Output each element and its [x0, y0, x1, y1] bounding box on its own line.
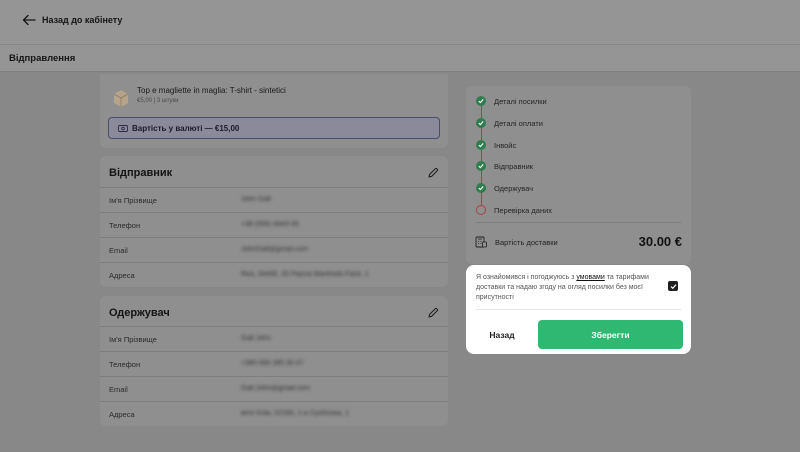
section-header: Відправлення [0, 45, 800, 72]
calculator-icon [475, 236, 487, 248]
recipient-title: Одержувач [109, 307, 170, 319]
row-value: John Galt [241, 196, 271, 203]
step-item-current: Перевірка даних [476, 203, 676, 217]
row-label: Email [109, 385, 128, 394]
edit-sender-icon[interactable] [427, 167, 439, 179]
sender-row-email: Email JohnGalt@gmail.com [100, 237, 448, 262]
row-value: Galt.John@gmail.com [241, 385, 310, 392]
empty-circle-icon [476, 205, 486, 215]
row-label: Адреса [109, 271, 135, 280]
recipient-row-name: Ім'я Прізвище Galt John [100, 326, 448, 351]
check-circle-icon [476, 183, 486, 193]
currency-value-label: Вартість у валюті — €15,00 [132, 124, 240, 133]
recipient-row-address: Адреса вігіл Kola, 02160, 1-a Cyshnoea, … [100, 401, 448, 426]
step-label: Деталі оплати [494, 119, 543, 128]
row-value: Galt John [241, 335, 271, 342]
page-title: Відправлення [9, 53, 76, 64]
sender-row-name: Ім'я Прізвище John Galt [100, 187, 448, 212]
step-label: Одержувач [494, 184, 534, 193]
check-circle-icon [476, 161, 486, 171]
step-item: Деталі посилки [476, 94, 676, 108]
arrow-left-icon [22, 14, 36, 26]
checkmark-icon [670, 283, 676, 289]
recipient-row-email: Email Galt.John@gmail.com [100, 376, 448, 401]
back-button[interactable]: Назад [480, 321, 524, 349]
top-bar: Назад до кабінету [0, 0, 800, 44]
currency-value-badge: Вартість у валюті — €15,00 [108, 117, 440, 139]
divider [476, 309, 681, 310]
check-circle-icon [476, 140, 486, 150]
step-label: Інвойс [494, 141, 517, 150]
check-circle-icon [476, 118, 486, 128]
package-icon [113, 90, 129, 107]
row-label: Ім'я Прізвище [109, 196, 157, 205]
row-label: Ім'я Прізвище [109, 335, 157, 344]
sender-title: Відправник [109, 167, 173, 179]
confirm-card: Я ознайомився і погоджуюсь з умовами та … [466, 265, 691, 354]
delivery-cost-label: Вартість доставки [495, 238, 558, 247]
row-value: вігіл Kola, 02160, 1-a Cyshnoea, 1 [241, 410, 350, 417]
back-to-cabinet-link[interactable]: Назад до кабінету [22, 14, 122, 26]
step-label: Деталі посилки [494, 97, 547, 106]
row-value: +380 066 395 00 07 [241, 360, 304, 367]
terms-text-before: Я ознайомився і погоджуюсь з [476, 274, 577, 281]
edit-recipient-icon[interactable] [427, 307, 439, 319]
terms-link[interactable]: умовами [576, 274, 604, 281]
step-label: Перевірка даних [494, 206, 553, 215]
check-circle-icon [476, 96, 486, 106]
row-value: Rea, 34456, 33 Piazza Manfredo Fanti, 1 [241, 271, 369, 278]
product-title: Top e magliette in maglia: T-shirt - sin… [137, 86, 286, 95]
row-label: Телефон [109, 360, 141, 369]
banknote-icon [118, 125, 128, 132]
sender-row-address: Адреса Rea, 34456, 33 Piazza Manfredo Fa… [100, 262, 448, 287]
sender-row-phone: Телефон +38 (555) 4443-33 [100, 212, 448, 237]
row-value: +38 (555) 4443-33 [241, 221, 299, 228]
terms-checkbox[interactable] [668, 281, 678, 291]
back-to-cabinet-label: Назад до кабінету [42, 15, 123, 25]
step-item: Відправник [476, 159, 676, 173]
recipient-card: Одержувач Ім'я Прізвище Galt John Телефо… [100, 296, 448, 426]
step-label: Відправник [494, 162, 534, 171]
progress-card: Деталі посилки Деталі оплати Інвойс Відп… [466, 86, 691, 264]
sender-card: Відправник Ім'я Прізвище John Galt Телеф… [100, 156, 448, 287]
step-item: Інвойс [476, 138, 676, 152]
save-button[interactable]: Зберегти [538, 320, 683, 349]
product-card: Top e magliette in maglia: T-shirt - sin… [100, 74, 448, 148]
step-item: Деталі оплати [476, 116, 676, 130]
product-subtitle: €5,00 | 3 штуки [137, 98, 179, 104]
terms-agreement-text: Я ознайомився і погоджуюсь з умовами та … [476, 273, 656, 303]
row-label: Адреса [109, 410, 135, 419]
row-label: Телефон [109, 221, 141, 230]
delivery-cost-value: 30.00 € [638, 234, 682, 249]
divider [476, 222, 681, 223]
row-value: JohnGalt@gmail.com [241, 246, 309, 253]
row-label: Email [109, 246, 128, 255]
step-item: Одержувач [476, 181, 676, 195]
recipient-row-phone: Телефон +380 066 395 00 07 [100, 351, 448, 376]
